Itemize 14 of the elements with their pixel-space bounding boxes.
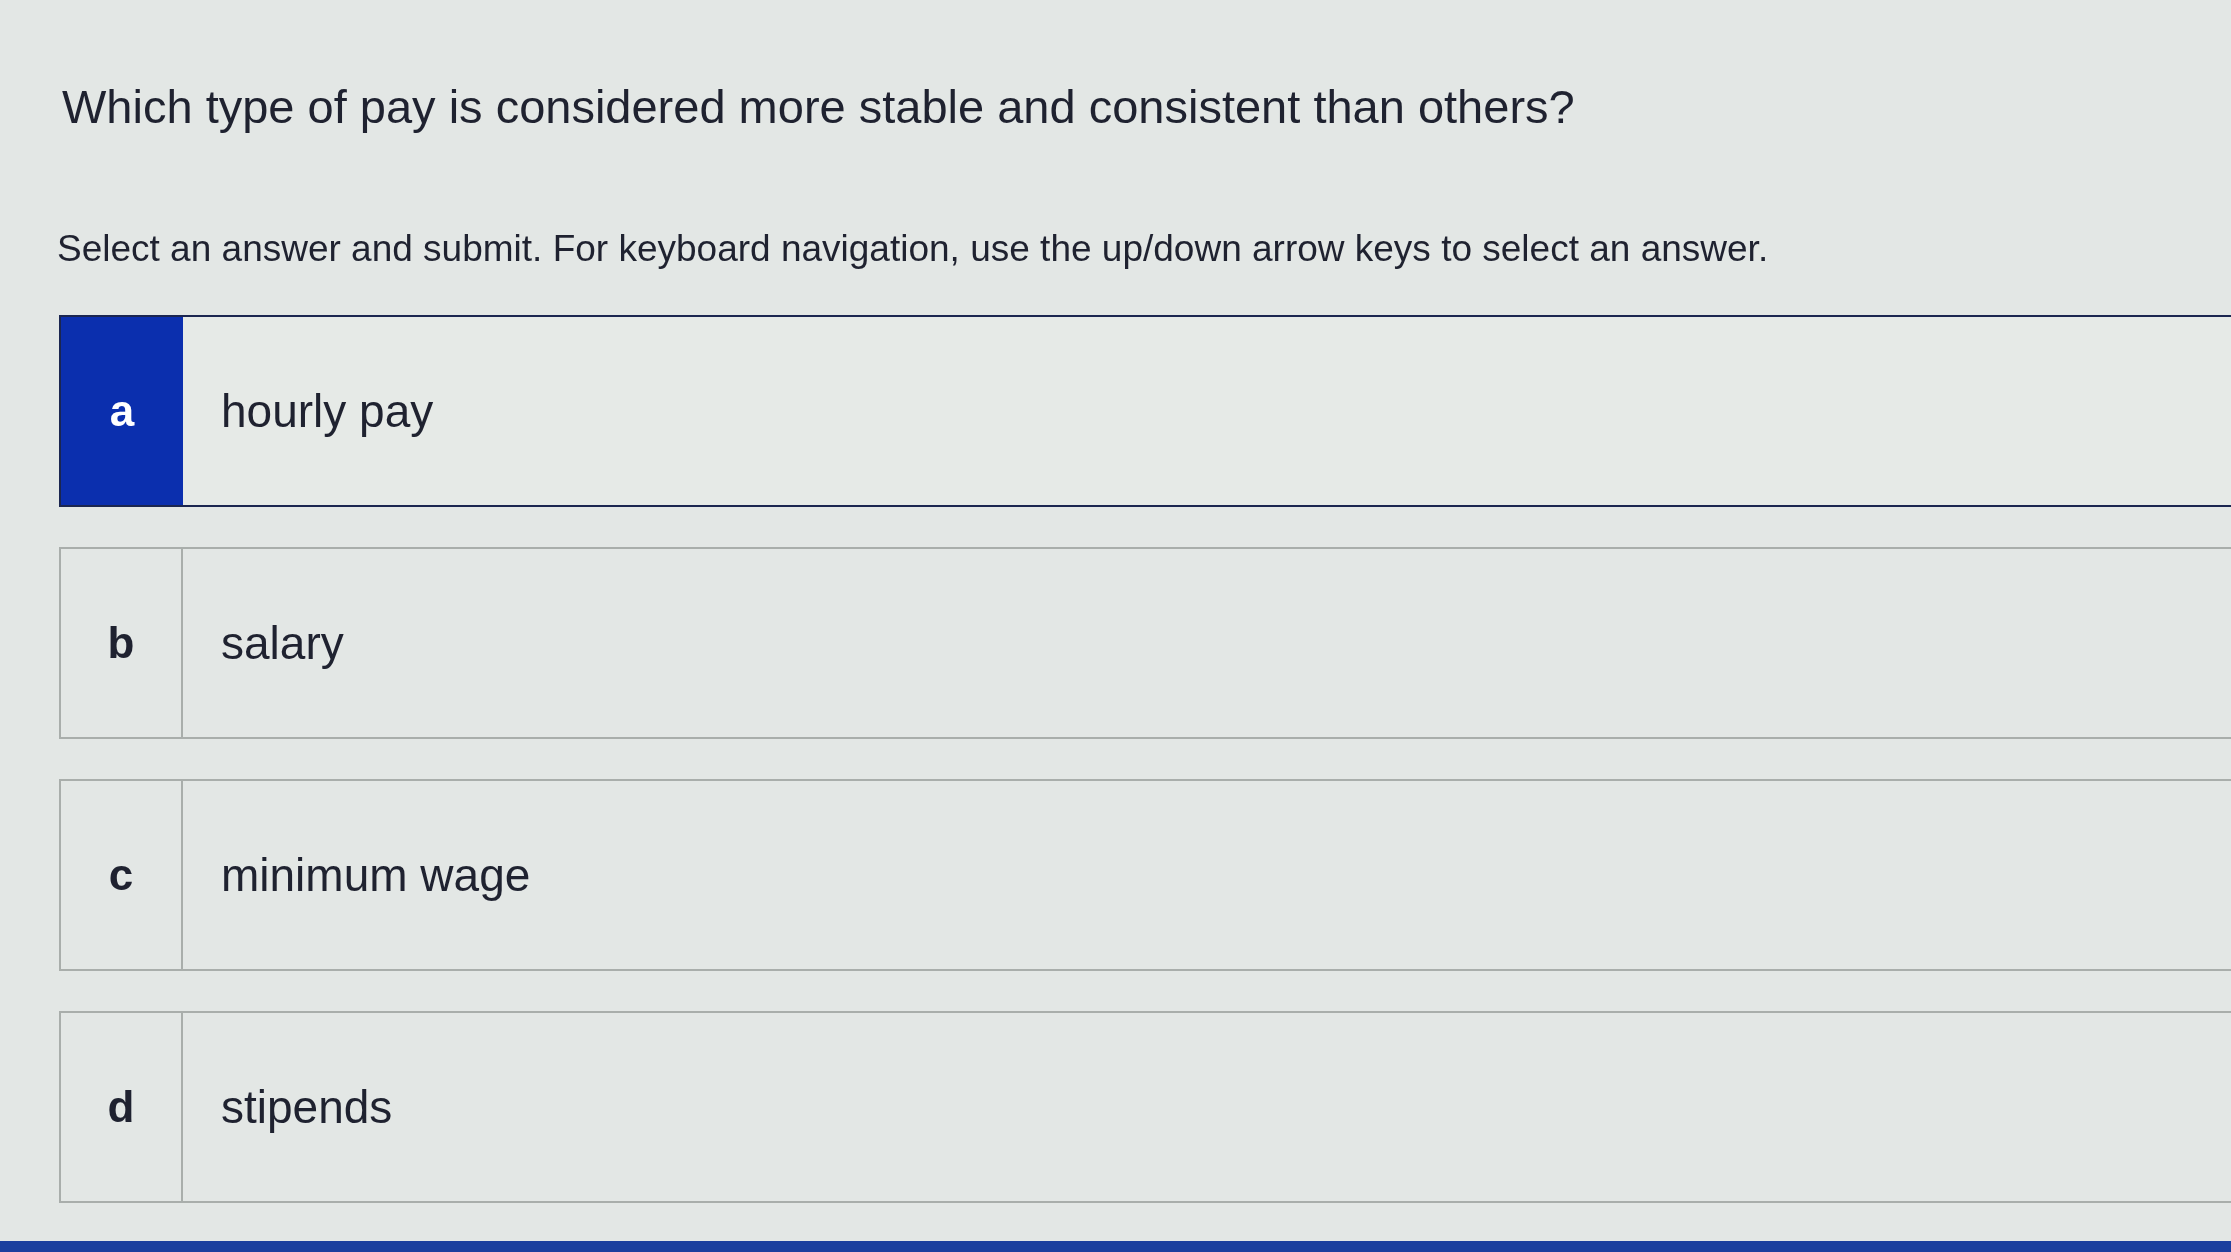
option-text: stipends (221, 1080, 393, 1135)
option-letter: c (61, 781, 183, 969)
option-letter: d (61, 1013, 183, 1201)
option-letter: b (61, 549, 183, 737)
answer-option[interactable]: d stipends (59, 1011, 2231, 1203)
answer-option[interactable]: a hourly pay (59, 315, 2231, 507)
instruction-text: Select an answer and submit. For keyboard navigation, use the up/down arrow keys to select an answer. (57, 227, 1770, 271)
answer-option[interactable]: c minimum wage (59, 779, 2231, 971)
option-text: salary (221, 616, 344, 671)
option-letter: a (61, 317, 183, 505)
answer-option[interactable]: b salary (59, 547, 2231, 739)
option-text: minimum wage (221, 848, 531, 903)
question-text: Which type of pay is considered more stable and consistent than others? (62, 79, 1576, 135)
option-text: hourly pay (221, 384, 434, 439)
